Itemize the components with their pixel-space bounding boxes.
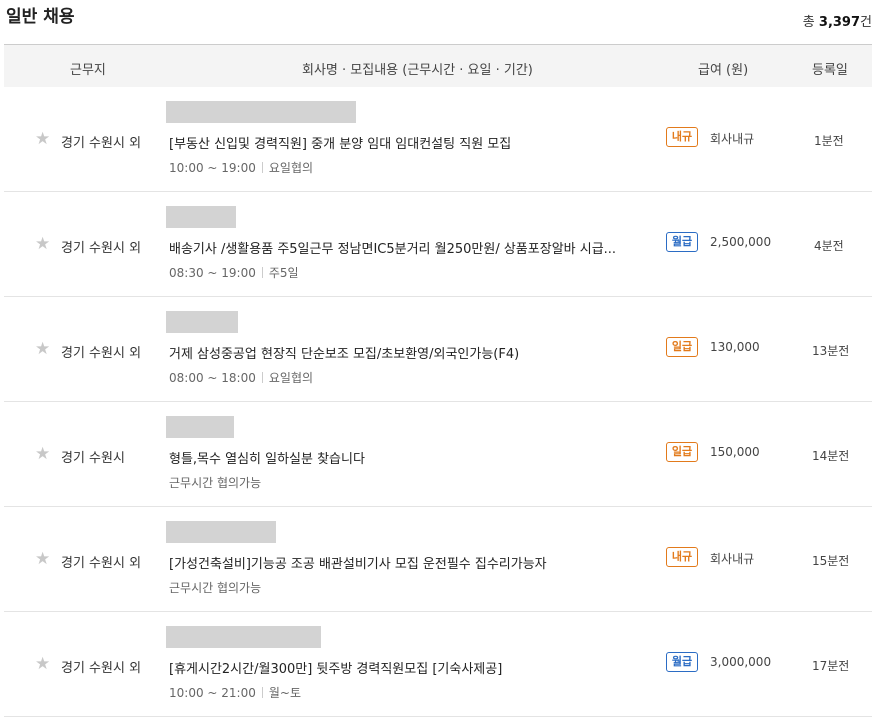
job-location: 경기 수원시 외 bbox=[61, 241, 142, 256]
posted-date: 17분전 bbox=[812, 659, 850, 673]
job-location: 경기 수원시 외 bbox=[61, 556, 142, 571]
posted-date: 14분전 bbox=[812, 449, 850, 463]
job-meta: 10:00 ~ 21:00 월~토 bbox=[169, 684, 301, 701]
work-time: 근무시간 협의가능 bbox=[169, 581, 262, 595]
section-title: 일반 채용 bbox=[6, 7, 75, 27]
company-name-redacted[interactable] bbox=[166, 416, 234, 438]
job-row[interactable]: ★ 경기 수원시 외 배송기사 /생활용품 주5일근무 정남면IC5분거리 월2… bbox=[4, 192, 872, 297]
work-time: 10:00 ~ 21:00 bbox=[169, 686, 256, 700]
work-days: 요일협의 bbox=[268, 371, 314, 385]
pay-type-badge: 내규 bbox=[666, 547, 698, 567]
pay-amount: 회사내규 bbox=[710, 552, 755, 566]
pay-type-badge: 월급 bbox=[666, 652, 698, 672]
job-title[interactable]: [가성건축설비]기능공 조공 배관설비기사 모집 운전필수 집수리가능자 bbox=[169, 553, 547, 572]
job-row[interactable]: ★ 경기 수원시 외 [가성건축설비]기능공 조공 배관설비기사 모집 운전필수… bbox=[4, 507, 872, 612]
work-time: 08:00 ~ 18:00 bbox=[169, 371, 256, 385]
star-icon[interactable]: ★ bbox=[35, 446, 50, 463]
column-date: 등록일 bbox=[812, 63, 848, 78]
company-name-redacted[interactable] bbox=[166, 206, 236, 228]
job-row[interactable]: ★ 경기 수원시 외 거제 삼성중공업 현장직 단순보조 모집/초보환영/외국인… bbox=[4, 297, 872, 402]
job-meta: 근무시간 협의가능 bbox=[169, 474, 261, 491]
company-name-redacted[interactable] bbox=[166, 101, 356, 123]
column-pay: 급여 (원) bbox=[698, 63, 749, 78]
table-header: 근무지 회사명 · 모집내용 (근무시간 · 요일 · 기간) 급여 (원) 등… bbox=[4, 44, 872, 87]
star-icon[interactable]: ★ bbox=[35, 131, 50, 148]
job-location: 경기 수원시 외 bbox=[61, 661, 142, 676]
job-meta: 08:00 ~ 18:00 요일협의 bbox=[169, 369, 313, 386]
total-number: 3,397 bbox=[818, 15, 861, 30]
job-meta: 08:30 ~ 19:00 주5일 bbox=[169, 264, 299, 281]
posted-date: 4분전 bbox=[814, 239, 844, 253]
star-icon[interactable]: ★ bbox=[35, 656, 50, 673]
posted-date: 1분전 bbox=[814, 134, 844, 148]
work-days: 요일협의 bbox=[268, 161, 314, 175]
job-location: 경기 수원시 외 bbox=[61, 346, 142, 361]
meta-divider bbox=[261, 687, 263, 698]
pay-amount: 150,000 bbox=[710, 445, 760, 459]
job-title[interactable]: [휴게시간2시간/월300만] 뒷주방 경력직원모집 [기숙사제공] bbox=[169, 658, 502, 677]
pay-amount: 2,500,000 bbox=[710, 235, 772, 249]
meta-divider bbox=[261, 372, 263, 383]
job-row[interactable]: ★ 경기 수원시 외 [휴게시간2시간/월300만] 뒷주방 경력직원모집 [기… bbox=[4, 612, 872, 717]
work-days: 주5일 bbox=[268, 266, 299, 280]
meta-divider bbox=[261, 267, 263, 278]
job-title[interactable]: 형틀,목수 열심히 일하실분 찾습니다 bbox=[169, 448, 365, 467]
total-suffix: 건 bbox=[860, 15, 872, 30]
work-time: 근무시간 협의가능 bbox=[169, 476, 262, 490]
posted-date: 15분전 bbox=[812, 554, 850, 568]
posted-date: 13분전 bbox=[812, 344, 850, 358]
star-icon[interactable]: ★ bbox=[35, 236, 50, 253]
work-time: 10:00 ~ 19:00 bbox=[169, 161, 256, 175]
pay-amount: 회사내규 bbox=[710, 132, 755, 146]
total-prefix: 총 bbox=[802, 15, 815, 30]
job-location: 경기 수원시 bbox=[61, 451, 125, 466]
pay-type-badge: 일급 bbox=[666, 442, 698, 462]
company-name-redacted[interactable] bbox=[166, 311, 238, 333]
pay-amount: 3,000,000 bbox=[710, 655, 772, 669]
work-days: 월~토 bbox=[268, 686, 301, 700]
job-row[interactable]: ★ 경기 수원시 외 [부동산 신입및 경력직원] 중개 분양 임대 임대컨설팅… bbox=[4, 87, 872, 192]
job-title[interactable]: 거제 삼성중공업 현장직 단순보조 모집/초보환영/외국인가능(F4) bbox=[169, 343, 519, 362]
company-name-redacted[interactable] bbox=[166, 626, 321, 648]
job-title[interactable]: [부동산 신입및 경력직원] 중개 분양 임대 임대컨설팅 직원 모집 bbox=[169, 133, 511, 152]
job-meta: 근무시간 협의가능 bbox=[169, 579, 261, 596]
pay-type-badge: 월급 bbox=[666, 232, 698, 252]
meta-divider bbox=[261, 162, 263, 173]
work-time: 08:30 ~ 19:00 bbox=[169, 266, 256, 280]
total-count: 총 3,397건 bbox=[803, 11, 872, 30]
company-name-redacted[interactable] bbox=[166, 521, 276, 543]
column-company: 회사명 · 모집내용 (근무시간 · 요일 · 기간) bbox=[302, 63, 533, 78]
job-row[interactable]: ★ 경기 수원시 형틀,목수 열심히 일하실분 찾습니다 근무시간 협의가능 일… bbox=[4, 402, 872, 507]
job-location: 경기 수원시 외 bbox=[61, 136, 142, 151]
star-icon[interactable]: ★ bbox=[35, 551, 50, 568]
pay-amount: 130,000 bbox=[710, 340, 760, 354]
star-icon[interactable]: ★ bbox=[35, 341, 50, 358]
pay-type-badge: 일급 bbox=[666, 337, 698, 357]
pay-type-badge: 내규 bbox=[666, 127, 698, 147]
job-title[interactable]: 배송기사 /생활용품 주5일근무 정남면IC5분거리 월250만원/ 상품포장알… bbox=[169, 238, 616, 257]
column-location: 근무지 bbox=[70, 63, 106, 78]
job-meta: 10:00 ~ 19:00 요일협의 bbox=[169, 159, 313, 176]
